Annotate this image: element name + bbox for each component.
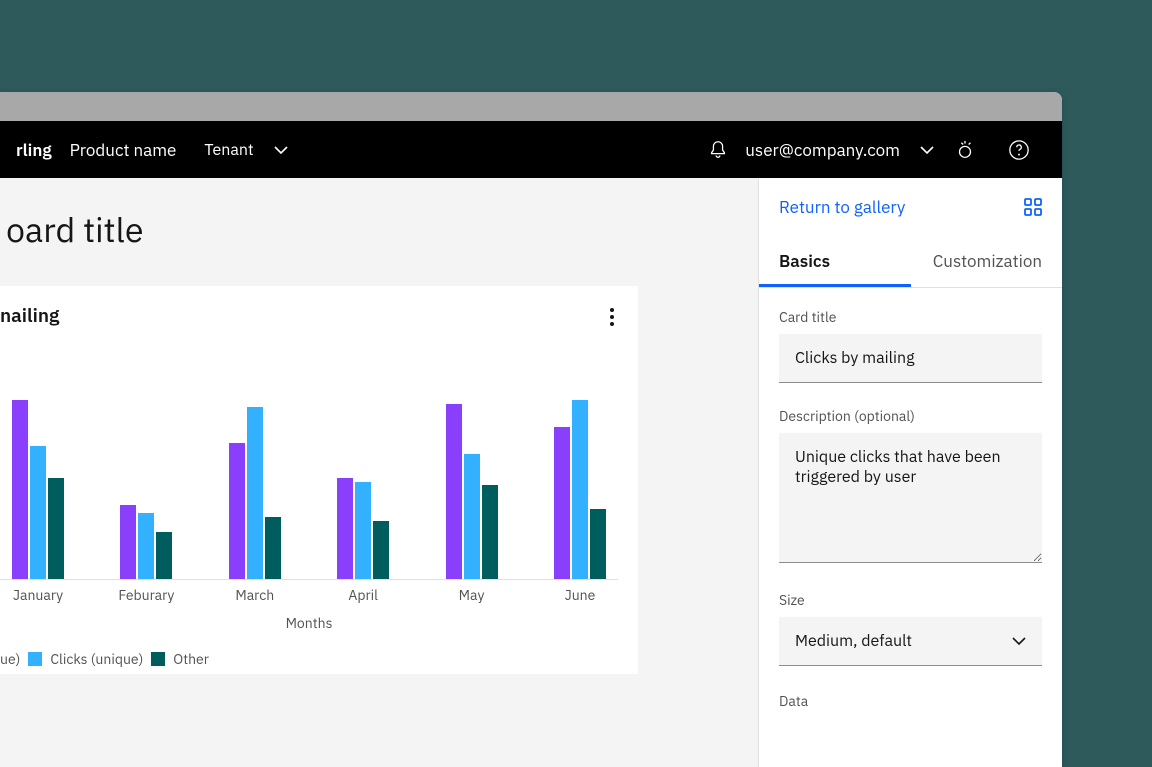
bar[interactable]: [229, 443, 245, 580]
side-panel: Return to gallery Basics Customization C…: [758, 178, 1062, 767]
xtick: May: [434, 586, 510, 604]
chevron-down-icon: [920, 146, 934, 154]
tenant-dropdown[interactable]: Tenant: [204, 140, 287, 160]
bar[interactable]: [48, 478, 64, 579]
bar[interactable]: [337, 478, 353, 579]
chevron-down-icon: [274, 146, 288, 154]
chart-xaxis: January Feburary March April May June: [0, 586, 618, 604]
legend-swatch: [151, 652, 165, 666]
return-to-gallery-link[interactable]: Return to gallery: [779, 196, 905, 218]
xtick: April: [325, 586, 401, 604]
page-title: oard title: [6, 208, 758, 252]
bar-group: [108, 505, 184, 579]
notifications-icon[interactable]: [707, 139, 729, 161]
bar[interactable]: [120, 505, 136, 579]
description-input[interactable]: [779, 433, 1042, 563]
bar[interactable]: [12, 400, 28, 579]
side-tabs: Basics Customization: [759, 238, 1062, 288]
bar[interactable]: [572, 400, 588, 579]
bar[interactable]: [265, 517, 281, 579]
tab-basics[interactable]: Basics: [759, 238, 911, 287]
bar-group: [217, 407, 293, 579]
bar[interactable]: [590, 509, 606, 579]
size-value: Medium, default: [795, 631, 912, 651]
bar[interactable]: [30, 446, 46, 579]
tenant-label: Tenant: [204, 140, 253, 160]
chart-plot: [0, 350, 618, 580]
app-header: rling Product name Tenant user@company.c…: [0, 121, 1062, 178]
bar[interactable]: [355, 482, 371, 580]
card-title-label: Card title: [779, 308, 1042, 326]
brand-name: rling: [16, 139, 52, 161]
xtick: June: [542, 586, 618, 604]
card-title: nailing: [0, 304, 618, 328]
legend-swatch: [28, 652, 42, 666]
bar[interactable]: [373, 521, 389, 580]
size-select[interactable]: Medium, default: [779, 617, 1042, 666]
xtick: March: [217, 586, 293, 604]
bar-group: [325, 478, 401, 579]
chart-card: nailing January Feburary March April May June…: [0, 286, 638, 674]
help-icon[interactable]: [1008, 139, 1030, 161]
window-chrome: [0, 92, 1062, 121]
bar-group: [434, 404, 510, 580]
xtick: Feburary: [108, 586, 184, 604]
gallery-grid-icon[interactable]: [1024, 198, 1042, 216]
description-label: Description (optional): [779, 407, 1042, 425]
main-area: oard title nailing January Feburary March A…: [0, 178, 758, 767]
chart-legend: ue) Clicks (unique) Other: [0, 650, 618, 668]
browser-window: rling Product name Tenant user@company.c…: [0, 92, 1062, 767]
legend-label: Other: [173, 650, 209, 668]
bar[interactable]: [138, 513, 154, 579]
theme-icon[interactable]: [954, 139, 976, 161]
chevron-down-icon: [1012, 637, 1026, 645]
size-label: Size: [779, 591, 1042, 609]
user-email: user@company.com: [745, 139, 900, 161]
product-link[interactable]: Product name: [70, 139, 177, 161]
bar[interactable]: [446, 404, 462, 580]
user-dropdown[interactable]: user@company.com: [745, 139, 934, 161]
bar[interactable]: [554, 427, 570, 579]
bar[interactable]: [482, 485, 498, 579]
bar[interactable]: [156, 532, 172, 579]
content-area: oard title nailing January Feburary March A…: [0, 178, 1062, 767]
bar-group: [0, 400, 76, 579]
card-menu-button[interactable]: [604, 302, 620, 332]
data-label: Data: [779, 692, 1042, 710]
chart-xlabel: Months: [0, 614, 618, 632]
card-title-input[interactable]: [779, 334, 1042, 383]
legend-label: Clicks (unique): [50, 650, 143, 668]
legend-label: ue): [0, 650, 20, 668]
xtick: January: [0, 586, 76, 604]
tab-customization[interactable]: Customization: [911, 238, 1063, 287]
bar[interactable]: [247, 407, 263, 579]
bar-group: [542, 400, 618, 579]
bar[interactable]: [464, 454, 480, 579]
